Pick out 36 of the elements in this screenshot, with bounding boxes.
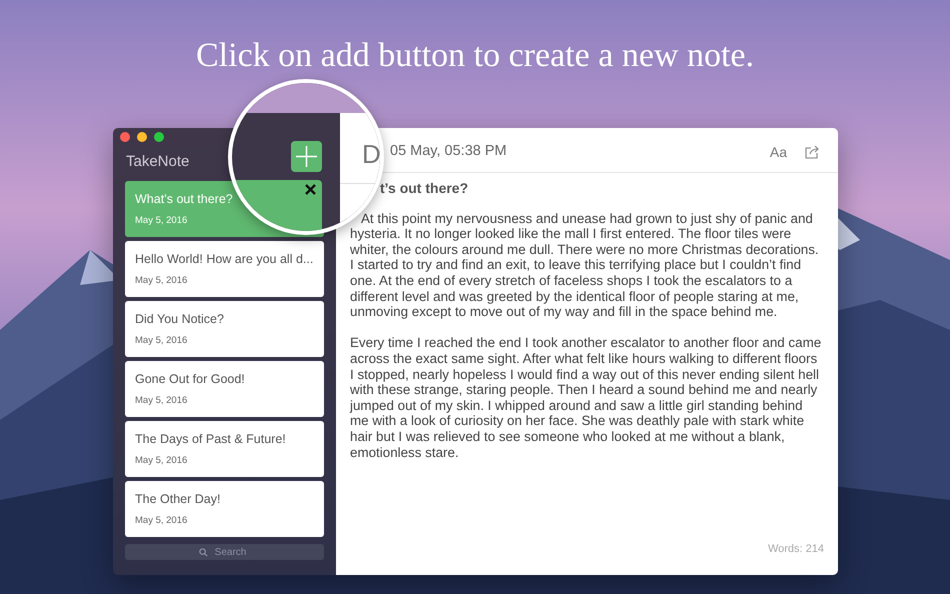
caption: Click on add button to create a new note. (195, 36, 755, 76)
note-paragraph: Every time I reached the end I took another escalator to another floor and came across the exact same sight. After what felt like hours walking to different floors I stopped, nearly hopeless I would find a way out of this never ending silent hell with these strange, staring people. Then I heard a sound behind me and nearly jumped out of my skin. I whipped around and saw a little girl standing behind me with a look of curiosity on her face. She was deathly pale with stark white hair but I was relieved to see someone who looked at me without a blank, emotionless stare. (350, 335, 822, 460)
font-button[interactable]: Aa (770, 142, 787, 162)
note-title: Did You Notice? (135, 310, 225, 328)
share-icon[interactable] (805, 145, 820, 159)
note-title: Hello World! How are you all d... (135, 250, 314, 268)
close-icon (305, 184, 316, 195)
search-icon (199, 548, 208, 557)
zoom-button[interactable] (154, 132, 164, 142)
note-date: May 5, 2016 (135, 454, 188, 468)
note-date: May 5, 2016 (135, 214, 188, 228)
close-button[interactable] (120, 132, 130, 142)
note-timestamp: 05 May, 05:38 PM (390, 142, 507, 162)
note-item[interactable]: Did You Notice? May 5, 2016 (125, 300, 324, 356)
delete-button[interactable] (305, 184, 316, 195)
note-item[interactable]: The Days of Past & Future! May 5, 2016 (125, 420, 324, 476)
app-title: TakeNote (126, 152, 190, 172)
note-date: May 5, 2016 (135, 334, 188, 348)
note-title: The Other Day! (135, 490, 222, 508)
note-item[interactable]: Hello World! How are you all d... May 5, 2016 (125, 240, 324, 296)
note-title: The Days of Past & Future! (135, 430, 287, 448)
note-title: Gone Out for Good! (135, 370, 246, 388)
word-count: Words: 214 (766, 542, 825, 556)
note-date: May 5, 2016 (135, 274, 188, 288)
search-field[interactable]: Search (125, 544, 324, 560)
note-date: May 5, 2016 (135, 394, 188, 408)
add-button[interactable] (291, 141, 322, 172)
heading-fragment: D (362, 141, 380, 167)
note-date: May 5, 2016 (135, 514, 188, 528)
note-item[interactable]: Gone Out for Good! May 5, 2016 (125, 360, 324, 416)
note-heading: t’s out there? (380, 181, 470, 197)
note-paragraph: At this point my nervousness and unease had grown to just shy of panic and hysteria. It no longer looked like the mall I first entered. The floor tiles were whiter, the colours around me dull. There were no more Christmas decorations. I started to try and find an exit, to leave this terrifying place but I couldn’t find one. At the end of every stretch of faceless shops I took the escalators to a different level and was greeted by the identical floor of people staring at me, unmoving except to move out of my way and fill in the space behind me. (350, 210, 820, 320)
minimize-button[interactable] (137, 132, 147, 142)
note-item[interactable]: The Other Day! May 5, 2016 (125, 480, 324, 536)
note-title: What’s out there? (135, 190, 234, 208)
plus-icon (296, 146, 317, 167)
